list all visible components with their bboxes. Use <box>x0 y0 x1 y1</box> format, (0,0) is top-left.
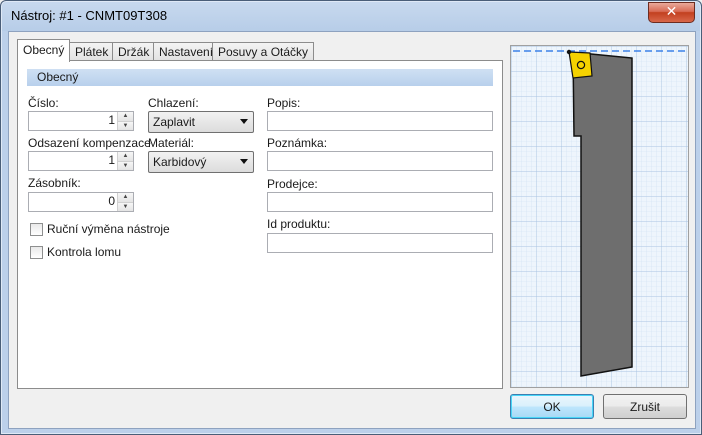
id-produktu-field[interactable] <box>267 233 493 253</box>
chlazeni-select[interactable]: Zaplavit <box>148 111 254 133</box>
close-button[interactable]: ✕ <box>648 2 695 23</box>
tab-platek[interactable]: Plátek <box>69 42 115 61</box>
tab-obecny[interactable]: Obecný <box>17 39 71 62</box>
window-title: Nástroj: #1 - CNMT09T308 <box>11 8 168 23</box>
section-header-obecny: Obecný <box>27 69 493 86</box>
cislo-label: Číslo: <box>28 96 59 110</box>
odsazeni-stepper[interactable]: 1 ▲ ▼ <box>28 151 134 171</box>
poznamka-field[interactable] <box>267 151 493 171</box>
poznamka-label: Poznámka: <box>267 136 328 150</box>
tab-posuvy-a-otacky[interactable]: Posuvy a Otáčky <box>212 42 315 61</box>
chevron-down-icon <box>240 159 248 164</box>
close-icon: ✕ <box>665 4 678 20</box>
kontrola-lomu-label[interactable]: Kontrola lomu <box>47 245 121 259</box>
material-label: Materiál: <box>148 136 195 150</box>
cislo-stepper-arrows: ▲ ▼ <box>117 112 133 130</box>
dialog-client-area: Obecný Plátek Držák Nastavení Posuvy a O… <box>8 31 696 429</box>
cancel-button[interactable]: Zrušit <box>603 394 687 419</box>
material-value: Karbidový <box>153 155 207 169</box>
cislo-stepper[interactable]: 1 ▲ ▼ <box>28 111 134 131</box>
zasobnik-label: Zásobník: <box>28 176 81 190</box>
dialog-window: Nástroj: #1 - CNMT09T308 ✕ Obecný Plátek… <box>0 0 702 435</box>
prodejce-field[interactable] <box>267 192 493 212</box>
stepper-down-icon[interactable]: ▼ <box>118 121 133 130</box>
rucni-vymena-checkbox[interactable] <box>30 223 43 236</box>
tool-preview <box>510 45 689 388</box>
id-produktu-label: Id produktu: <box>267 217 331 231</box>
odsazeni-value: 1 <box>108 153 115 167</box>
zasobnik-value: 0 <box>108 194 115 208</box>
odsazeni-label: Odsazení kompenzace <box>28 136 151 150</box>
tab-panel-obecny: Obecný Číslo: 1 ▲ ▼ Odsazení kompenzace … <box>17 60 503 389</box>
ok-button[interactable]: OK <box>510 394 594 419</box>
tool-holder-shape <box>572 52 633 377</box>
tool-drawing <box>511 46 688 387</box>
chlazeni-label: Chlazení: <box>148 96 199 110</box>
odsazeni-stepper-arrows: ▲ ▼ <box>117 152 133 170</box>
title-bar[interactable]: Nástroj: #1 - CNMT09T308 ✕ <box>1 1 701 31</box>
stepper-down-icon[interactable]: ▼ <box>118 202 133 211</box>
stepper-up-icon[interactable]: ▲ <box>118 112 133 121</box>
insert-shape <box>568 51 593 79</box>
stepper-down-icon[interactable]: ▼ <box>118 161 133 170</box>
popis-label: Popis: <box>267 96 301 110</box>
tool-tip-point <box>566 49 572 55</box>
stepper-up-icon[interactable]: ▲ <box>118 193 133 202</box>
zasobnik-stepper[interactable]: 0 ▲ ▼ <box>28 192 134 212</box>
stepper-up-icon[interactable]: ▲ <box>118 152 133 161</box>
material-select[interactable]: Karbidový <box>148 151 254 173</box>
rucni-vymena-label[interactable]: Ruční výměna nástroje <box>47 222 170 236</box>
prodejce-label: Prodejce: <box>267 177 318 191</box>
tab-nastaveni[interactable]: Nastavení <box>153 42 220 61</box>
chevron-down-icon <box>240 119 248 124</box>
tab-drzak[interactable]: Držák <box>112 42 156 61</box>
popis-field[interactable] <box>267 111 493 131</box>
kontrola-lomu-checkbox[interactable] <box>30 246 43 259</box>
cislo-value: 1 <box>108 113 115 127</box>
zasobnik-stepper-arrows: ▲ ▼ <box>117 193 133 211</box>
chlazeni-value: Zaplavit <box>153 115 196 129</box>
